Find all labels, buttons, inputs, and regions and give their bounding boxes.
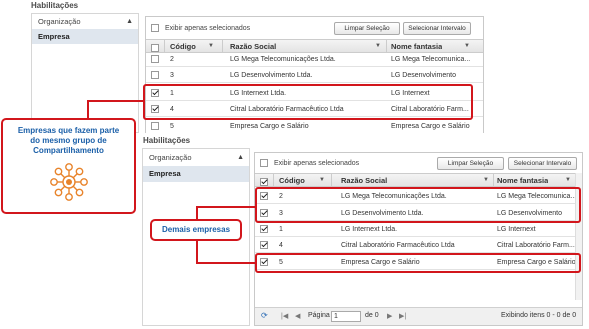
row-name: LG Internext Ltda. [341,226,398,233]
top-show-selected-checkbox[interactable] [151,24,159,32]
page-label: Página [308,312,330,319]
pager-display-text: Exibindo itens 0 - 0 de 0 [501,312,577,319]
first-page-icon[interactable]: |◀ [281,312,288,320]
row-code: 2 [170,56,174,63]
row-checkbox[interactable] [151,55,159,64]
connector-line [196,240,198,263]
bottom-col-razao-social[interactable]: Razão Social [341,174,387,186]
table-row[interactable]: 2 LG Mega Telecomunicações Ltda. LG Mega… [146,54,483,67]
bottom-nav-organizacao-label: Organização [149,153,192,162]
table-row[interactable]: 4 Citral Laboratório Farmacêutico Ltda C… [255,240,575,253]
bottom-select-all-checkbox[interactable] [260,178,268,186]
bottom-show-selected-checkbox-wrap[interactable]: Exibir apenas selecionados [260,159,359,167]
connector-line [87,100,145,102]
bottom-grid-panel: Exibir apenas selecionados Limpar Seleçã… [254,152,583,326]
bottom-select-interval-button[interactable]: Selecionar Intervalo [508,157,577,170]
row-code: 5 [170,123,174,130]
row-name: Empresa Cargo e Salário [230,123,309,130]
row-name: LG Mega Telecomunicações Ltda. [230,56,336,63]
row-code: 3 [170,72,174,79]
other-companies-highlight [255,187,581,223]
table-row[interactable]: 1 LG Internext Ltda. LG Internext [255,224,575,237]
other-companies-callout: Demais empresas [150,219,242,241]
other-companies-highlight [255,253,581,273]
bottom-table-header: Código ▼ Razão Social ▼ Nome fantasia ▼ [255,173,575,187]
connector-line [196,262,256,264]
prev-page-icon[interactable]: ◀ [295,312,300,320]
callout-line-3: Compartilhamento [33,146,104,155]
top-nav-organizacao-label: Organização [38,17,81,26]
top-nav-organizacao[interactable]: Organização ▲ [32,14,138,29]
top-nav-empresa-label: Empresa [38,32,70,41]
bottom-col-nome-fantasia[interactable]: Nome fantasia [497,174,548,186]
top-col-nome-fantasia[interactable]: Nome fantasia [391,40,442,52]
top-show-selected-label: Exibir apenas selecionados [164,24,251,32]
top-select-interval-button[interactable]: Selecionar Intervalo [403,22,471,35]
row-checkbox[interactable] [260,241,268,250]
top-col-razao-social[interactable]: Razão Social [230,40,276,52]
shared-group-highlight [143,84,473,120]
last-page-icon[interactable]: ▶| [399,312,406,320]
filter-icon[interactable]: ▼ [208,43,214,49]
bottom-nav-empresa-label: Empresa [149,169,181,178]
bottom-col-codigo[interactable]: Código [279,174,305,186]
filter-icon[interactable]: ▼ [464,43,470,49]
row-checkbox[interactable] [151,122,159,131]
collapse-arrow-icon[interactable]: ▲ [126,14,133,29]
filter-icon[interactable]: ▼ [319,177,325,183]
connector-line [196,206,256,208]
row-checkbox[interactable] [260,225,268,234]
row-fantasy: Citral Laboratório Farm... [497,242,575,249]
top-section-title: Habilitações [31,1,79,10]
callout-line-2: do mesmo grupo de [30,136,107,145]
row-fantasy: LG Desenvolvimento [391,72,456,79]
bottom-nav-organizacao[interactable]: Organização ▲ [143,149,249,166]
row-fantasy: LG Mega Telecomunica... [391,56,471,63]
top-show-selected-checkbox-wrap[interactable]: Exibir apenas selecionados [151,24,250,32]
row-name: Citral Laboratório Farmacêutico Ltda [341,242,455,249]
filter-icon[interactable]: ▼ [375,43,381,49]
shared-group-callout: Empresas que fazem parte do mesmo grupo … [1,118,136,214]
top-select-all-checkbox[interactable] [151,44,159,52]
row-fantasy: LG Internext [497,226,536,233]
bottom-show-selected-label: Exibir apenas selecionados [273,159,360,167]
row-fantasy: Empresa Cargo e Salário [391,123,470,130]
table-row[interactable]: 3 LG Desenvolvimento Ltda. LG Desenvolvi… [146,70,483,83]
sharing-network-icon [49,163,88,201]
filter-icon[interactable]: ▼ [565,177,571,183]
connector-line [196,206,198,220]
next-page-icon[interactable]: ▶ [387,312,392,320]
row-name: LG Desenvolvimento Ltda. [230,72,313,79]
row-checkbox[interactable] [151,71,159,80]
top-nav-panel: Organização ▲ Empresa [31,13,139,133]
top-col-codigo[interactable]: Código [170,40,196,52]
row-code: 4 [279,242,283,249]
top-nav-empresa[interactable]: Empresa [32,29,138,44]
bottom-section-title: Habilitações [143,136,191,145]
bottom-nav-empresa[interactable]: Empresa [143,166,249,182]
top-table-header: Código ▼ Razão Social ▼ Nome fantasia ▼ [146,39,483,53]
bottom-clear-selection-button[interactable]: Limpar Seleção [437,157,504,170]
bottom-pager: ⟳ |◀ ◀ Página 1 de 0 ▶ ▶| Exibindo itens… [255,307,582,325]
filter-icon[interactable]: ▼ [483,177,489,183]
top-clear-selection-button[interactable]: Limpar Seleção [334,22,400,35]
callout-line-1: Empresas que fazem parte [17,126,120,135]
collapse-arrow-icon[interactable]: ▲ [237,149,244,166]
refresh-icon[interactable]: ⟳ [261,311,268,320]
page-input[interactable]: 1 [331,311,361,322]
page-of-label: de 0 [365,312,379,319]
connector-line [87,100,89,120]
bottom-show-selected-checkbox[interactable] [260,159,268,167]
row-code: 1 [279,226,283,233]
